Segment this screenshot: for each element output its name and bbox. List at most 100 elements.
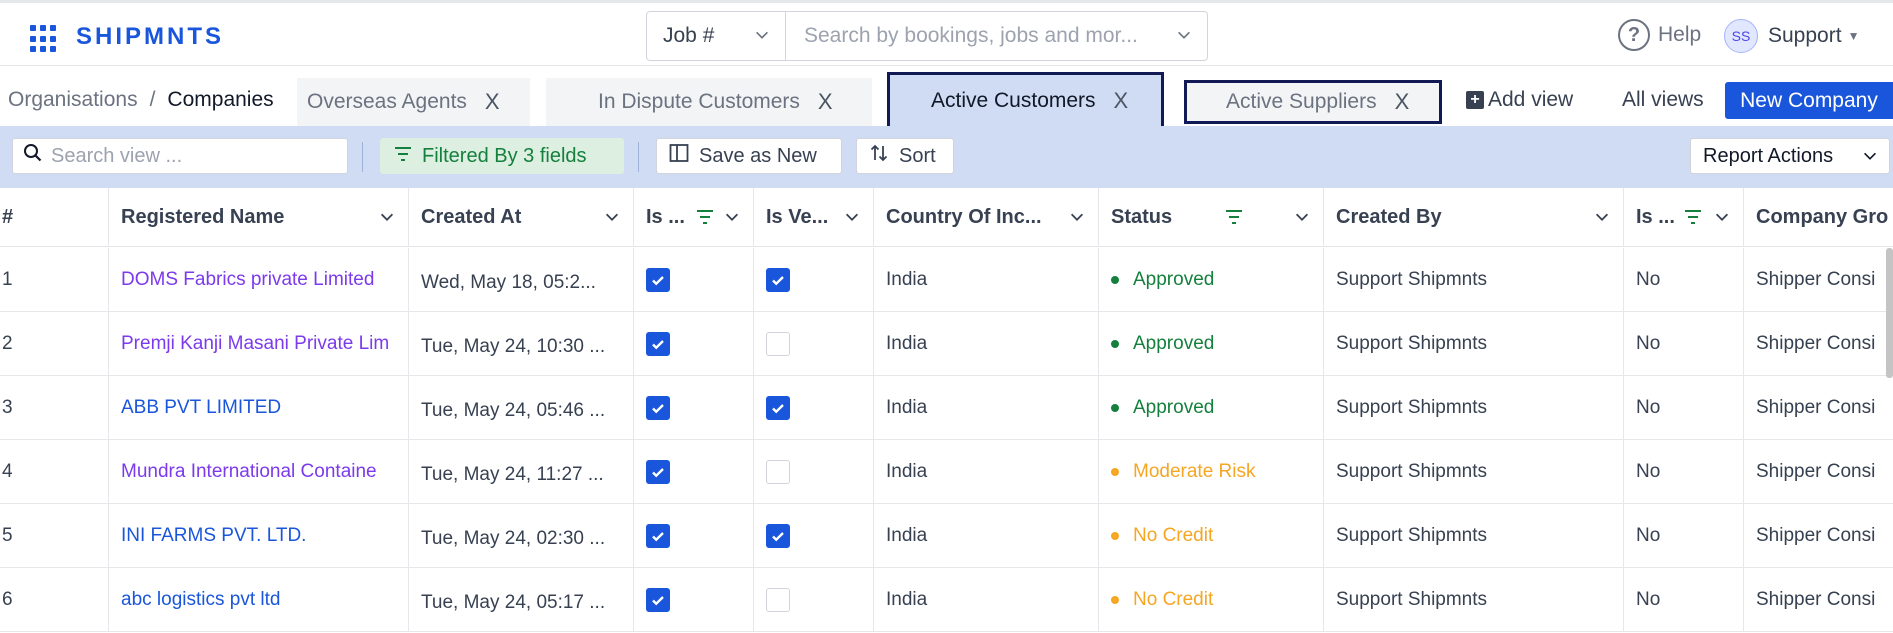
registered-name-link[interactable]: INI FARMS PVT. LTD. xyxy=(109,504,409,568)
created-at-cell: Tue, May 24, 11:27 ... xyxy=(409,440,634,504)
report-actions-dropdown[interactable]: Report Actions xyxy=(1690,138,1890,174)
checkbox[interactable] xyxy=(646,524,670,548)
report-actions-label: Report Actions xyxy=(1703,144,1834,167)
status-cell: Moderate Risk xyxy=(1099,440,1324,504)
filtered-by-button[interactable]: Filtered By 3 fields xyxy=(380,138,624,174)
checkbox[interactable] xyxy=(766,396,790,420)
registered-name-link[interactable]: abc logistics pvt ltd xyxy=(109,568,409,632)
row-index: 1 xyxy=(0,248,109,312)
is-cell xyxy=(634,376,754,440)
vertical-scrollbar[interactable] xyxy=(1886,248,1893,378)
checkbox[interactable] xyxy=(646,268,670,292)
user-menu[interactable]: SS Support ▼ xyxy=(1724,19,1859,53)
filtered-by-label: Filtered By 3 fields xyxy=(422,144,587,167)
close-tab-icon[interactable]: X xyxy=(818,89,833,115)
table-row[interactable]: 1 DOMS Fabrics private Limited Wed, May 18… xyxy=(0,248,1893,312)
filter-icon xyxy=(394,145,412,168)
status-dot-icon xyxy=(1111,532,1119,540)
column-header-created-by[interactable]: Created By xyxy=(1324,188,1624,247)
checkbox[interactable] xyxy=(766,524,790,548)
is-cell xyxy=(634,312,754,376)
chevron-down-icon[interactable] xyxy=(843,208,861,232)
close-tab-icon[interactable]: X xyxy=(1114,88,1129,114)
country-cell: India xyxy=(874,504,1099,568)
filter-icon xyxy=(696,208,714,231)
column-header-is-verified[interactable]: Is Ve... xyxy=(754,188,874,247)
country-cell: India xyxy=(874,440,1099,504)
created-by-cell: Support Shipmnts xyxy=(1324,312,1624,376)
sort-label: Sort xyxy=(899,144,936,167)
new-company-button[interactable]: New Company xyxy=(1725,82,1893,119)
country-cell: India xyxy=(874,568,1099,632)
checkbox[interactable] xyxy=(766,332,790,356)
filter-icon xyxy=(1684,208,1702,231)
tab-label: Active Customers xyxy=(931,89,1096,112)
registered-name-link[interactable]: DOMS Fabrics private Limited xyxy=(109,248,409,312)
job-type-value: Job # xyxy=(663,24,715,47)
is-2-cell: No xyxy=(1624,312,1744,376)
column-header-created-at[interactable]: Created At xyxy=(409,188,634,247)
status-badge: No Credit xyxy=(1133,525,1214,546)
created-by-cell: Support Shipmnts xyxy=(1324,248,1624,312)
divider xyxy=(362,142,363,172)
table-row[interactable]: 5 INI FARMS PVT. LTD. Tue, May 24, 02:30 .… xyxy=(0,504,1893,568)
tab-overseas-agents[interactable]: Overseas Agents X xyxy=(297,78,530,126)
checkbox[interactable] xyxy=(646,460,670,484)
job-type-select[interactable]: Job # xyxy=(646,11,786,61)
chevron-down-icon[interactable] xyxy=(1713,208,1731,232)
chevron-down-icon[interactable] xyxy=(1293,208,1311,232)
chevron-down-icon[interactable] xyxy=(603,208,621,232)
chevron-down-icon[interactable] xyxy=(1593,208,1611,232)
registered-name-link[interactable]: Premji Kanji Masani Private Lim xyxy=(109,312,409,376)
checkbox[interactable] xyxy=(646,588,670,612)
caret-down-icon: ▼ xyxy=(1847,29,1860,43)
column-header-status[interactable]: Status xyxy=(1099,188,1324,247)
add-view-button[interactable]: + Add view xyxy=(1466,88,1573,112)
column-header-is-2[interactable]: Is ... xyxy=(1624,188,1744,247)
is-verified-cell xyxy=(754,440,874,504)
global-search-input[interactable]: Search by bookings, jobs and mor... xyxy=(786,11,1208,61)
tab-in-dispute-customers[interactable]: In Dispute Customers X xyxy=(546,78,872,126)
checkbox[interactable] xyxy=(646,396,670,420)
help-button[interactable]: ? Help xyxy=(1618,19,1701,51)
company-group-cell: Shipper Consi xyxy=(1756,525,1876,546)
is-verified-cell xyxy=(754,504,874,568)
registered-name-link[interactable]: ABB PVT LIMITED xyxy=(109,376,409,440)
column-header-company-group[interactable]: Company Gro xyxy=(1744,188,1893,247)
chevron-down-icon xyxy=(753,26,771,50)
close-tab-icon[interactable]: X xyxy=(1395,89,1410,115)
save-as-new-label: Save as New xyxy=(699,144,817,167)
column-header-registered-name[interactable]: Registered Name xyxy=(109,188,409,247)
tab-active-suppliers[interactable]: Active Suppliers X xyxy=(1184,80,1442,124)
apps-grid-icon[interactable] xyxy=(30,25,58,53)
tab-label: Overseas Agents xyxy=(307,90,467,113)
table-row[interactable]: 2 Premji Kanji Masani Private Lim Tue, May… xyxy=(0,312,1893,376)
chevron-down-icon[interactable] xyxy=(723,208,741,232)
table-row[interactable]: 4 Mundra International Containe Tue, May 2… xyxy=(0,440,1893,504)
view-search-input[interactable]: Search view ... xyxy=(12,138,348,174)
table-row[interactable]: 3 ABB PVT LIMITED Tue, May 24, 05:46 ... In… xyxy=(0,376,1893,440)
close-tab-icon[interactable]: X xyxy=(485,89,500,115)
user-name: Support xyxy=(1768,24,1842,47)
app-logo[interactable]: SHIPMNTS xyxy=(76,23,224,51)
breadcrumb-organisations[interactable]: Organisations xyxy=(8,88,138,111)
column-header-country[interactable]: Country Of Inc... xyxy=(874,188,1099,247)
save-as-new-button[interactable]: Save as New xyxy=(656,138,842,174)
status-dot-icon xyxy=(1111,596,1119,604)
view-filter-bar: Search view ... Filtered By 3 fields Sav… xyxy=(0,126,1893,188)
column-header-is-1[interactable]: Is ... xyxy=(634,188,754,247)
chevron-down-icon[interactable] xyxy=(378,208,396,232)
status-cell: No Credit xyxy=(1099,568,1324,632)
checkbox[interactable] xyxy=(766,268,790,292)
checkbox[interactable] xyxy=(646,332,670,356)
chevron-down-icon xyxy=(1861,147,1879,171)
checkbox[interactable] xyxy=(766,460,790,484)
all-views-button[interactable]: All views xyxy=(1622,88,1704,112)
checkbox[interactable] xyxy=(766,588,790,612)
registered-name-link[interactable]: Mundra International Containe xyxy=(109,440,409,504)
is-2-cell: No xyxy=(1624,248,1744,312)
chevron-down-icon[interactable] xyxy=(1068,208,1086,232)
table-row[interactable]: 6 abc logistics pvt ltd Tue, May 24, 05:17… xyxy=(0,568,1893,632)
tab-active-customers[interactable]: Active Customers X xyxy=(887,72,1164,130)
sort-button[interactable]: Sort xyxy=(856,138,954,174)
